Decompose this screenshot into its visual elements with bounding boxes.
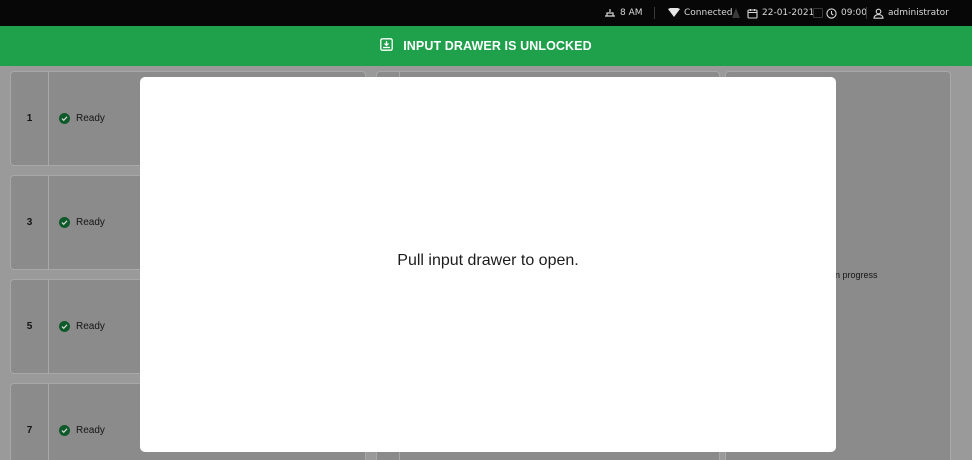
wifi-icon <box>668 8 680 18</box>
calendar-icon <box>747 8 758 19</box>
user-menu[interactable]: administrator <box>873 0 949 26</box>
drawer-modal: Pull input drawer to open. <box>140 77 836 452</box>
slot-number: 1 <box>11 72 49 165</box>
battery-icon <box>813 0 823 26</box>
banner-text: INPUT DRAWER IS UNLOCKED <box>403 39 592 53</box>
shift-label: 8 AM <box>620 8 643 18</box>
time-indicator: 09:00 <box>826 0 867 26</box>
check-icon <box>59 217 70 228</box>
slot-status: Ready <box>76 425 105 436</box>
modal-message: Pull input drawer to open. <box>397 251 579 269</box>
slot-number: 3 <box>11 176 49 269</box>
date-label: 22-01-2021 <box>762 8 815 18</box>
drawer-unlocked-banner: INPUT DRAWER IS UNLOCKED <box>0 26 972 66</box>
user-icon <box>873 8 884 19</box>
connection-label: Connected <box>684 8 733 18</box>
time-label: 09:00 <box>841 8 867 18</box>
connection-indicator: Connected <box>668 0 732 26</box>
slot-number: 7 <box>11 384 49 460</box>
slot-status: Ready <box>76 321 105 332</box>
shift-icon <box>604 7 616 19</box>
network-icon <box>731 0 741 26</box>
slot-number: 5 <box>11 280 49 373</box>
date-indicator: 22-01-2021 <box>747 0 814 26</box>
check-icon <box>59 321 70 332</box>
user-label: administrator <box>888 8 949 18</box>
slot-status: Ready <box>76 217 105 228</box>
clock-icon <box>826 7 837 19</box>
progress-text: n progress <box>835 270 878 280</box>
check-icon <box>59 425 70 436</box>
slot-status: Ready <box>76 113 105 124</box>
shift-indicator: 8 AM <box>604 0 643 26</box>
status-bar: 8 AM Connected 22-01-2021 09:00 administ… <box>0 0 972 26</box>
check-icon <box>59 113 70 124</box>
drawer-icon <box>380 38 394 54</box>
